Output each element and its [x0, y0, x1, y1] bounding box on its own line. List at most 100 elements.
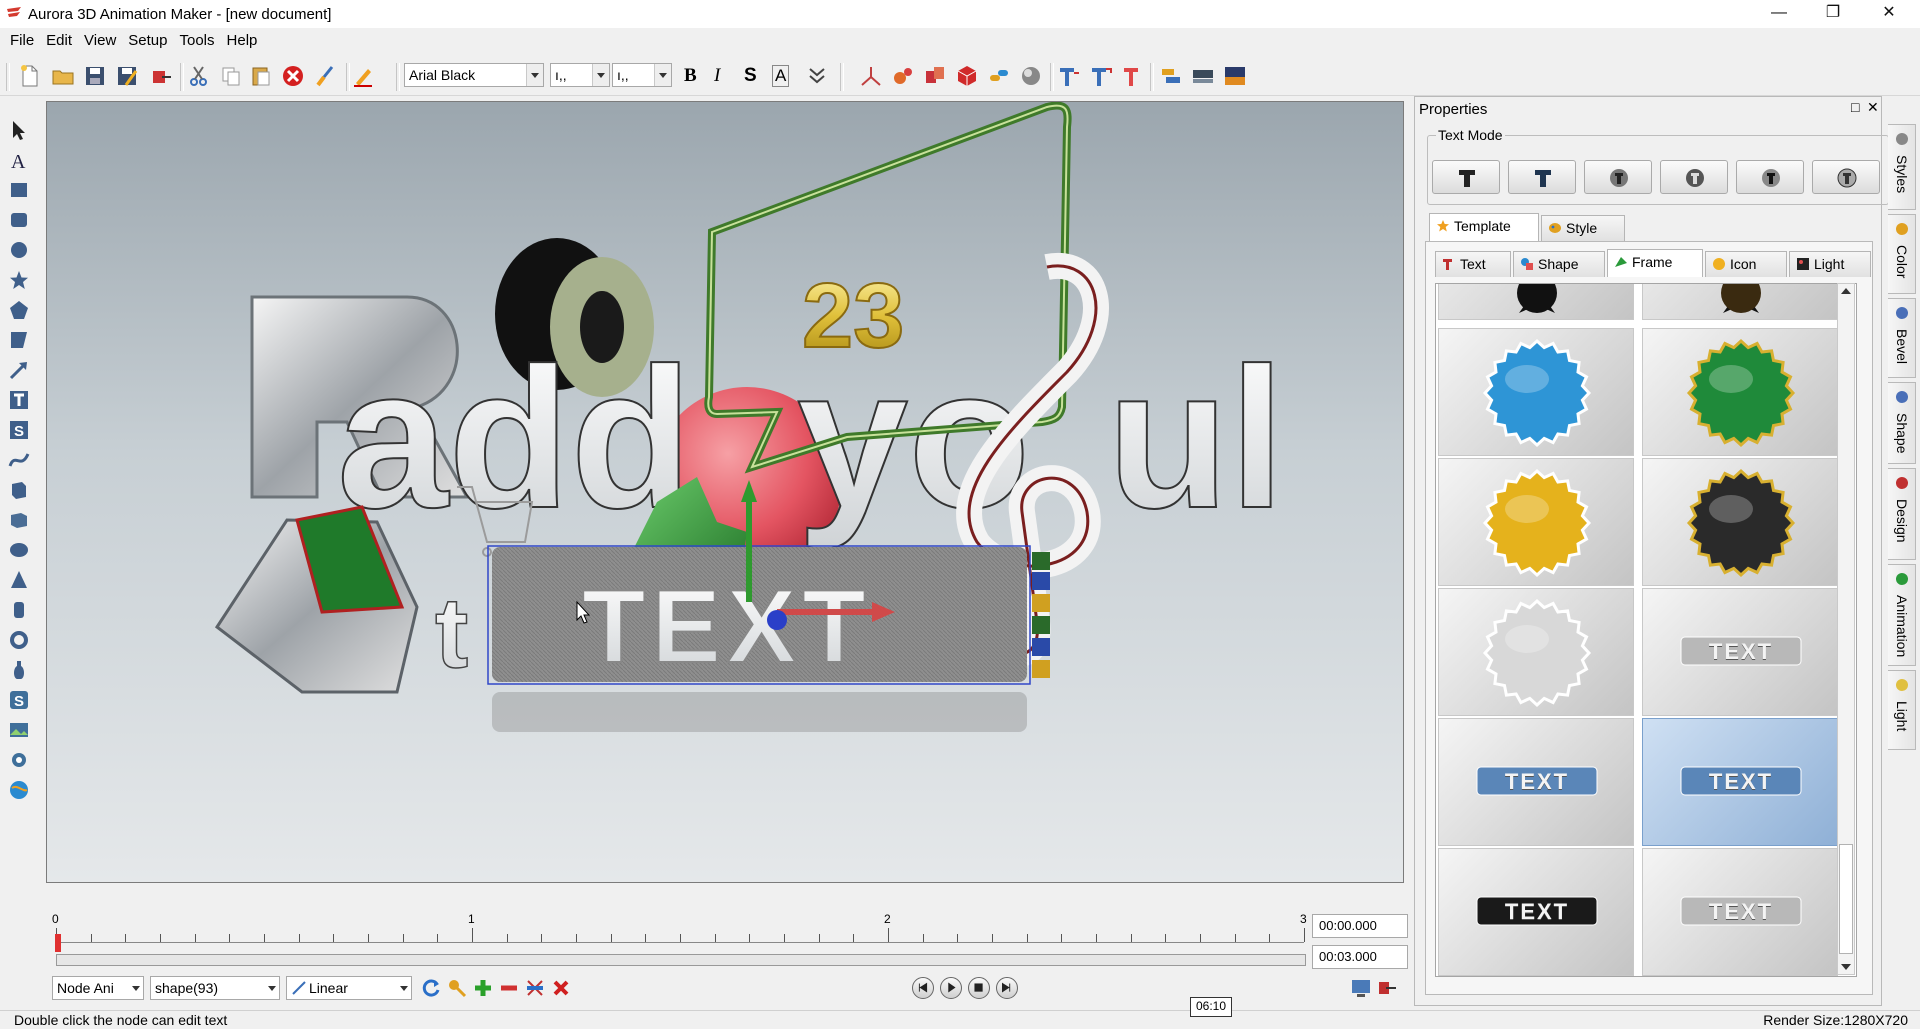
- scene-canvas[interactable]: add yo ul 23 t e TEXT: [47, 102, 1404, 883]
- shape-text-icon[interactable]: S: [7, 418, 33, 442]
- new-file-icon[interactable]: [16, 63, 42, 89]
- sphere-icon[interactable]: [1018, 63, 1044, 89]
- text-style-icon[interactable]: [1120, 63, 1146, 89]
- key-icon[interactable]: [446, 977, 468, 999]
- refresh-icon[interactable]: [420, 977, 442, 999]
- current-time-field[interactable]: 00:00.000: [1312, 914, 1408, 938]
- template-thumbnail-yellow-seal[interactable]: [1438, 458, 1634, 586]
- gizmo-center[interactable]: [767, 610, 787, 630]
- minimize-button[interactable]: —: [1756, 0, 1802, 28]
- brush-icon[interactable]: [312, 63, 338, 89]
- subtab-shape[interactable]: Shape: [1513, 251, 1605, 277]
- background-icon[interactable]: [1222, 63, 1248, 89]
- save-icon[interactable]: [82, 63, 108, 89]
- subtab-text[interactable]: Text: [1435, 251, 1511, 277]
- menu-file[interactable]: File: [4, 28, 40, 54]
- bold-button[interactable]: B: [684, 65, 697, 87]
- scroll-down-icon[interactable]: [1841, 964, 1851, 970]
- play-button[interactable]: [940, 977, 962, 999]
- shape-s-icon[interactable]: S: [7, 688, 33, 712]
- timeline-track[interactable]: [56, 954, 1306, 966]
- text-mode-button-3[interactable]: [1584, 160, 1652, 194]
- side-tab-shape[interactable]: Shape: [1888, 382, 1916, 464]
- cube-shape-icon[interactable]: [7, 478, 33, 502]
- save-as-icon[interactable]: [114, 63, 140, 89]
- sphere-shape-icon[interactable]: [7, 538, 33, 562]
- template-thumbnail-text-blue-selected[interactable]: TEXT: [1642, 718, 1838, 846]
- template-thumbnail-text-silver-frame[interactable]: TEXT: [1642, 588, 1838, 716]
- paste-icon[interactable]: [248, 63, 274, 89]
- effects-icon[interactable]: [922, 63, 948, 89]
- path-icon[interactable]: [7, 448, 33, 472]
- torus-icon[interactable]: [7, 628, 33, 652]
- text-tool-icon[interactable]: A: [7, 148, 33, 173]
- clear-keys-icon[interactable]: [550, 977, 572, 999]
- select-arrow-icon[interactable]: [7, 118, 33, 142]
- axis-icon[interactable]: [858, 63, 884, 89]
- polygon-icon[interactable]: [7, 298, 33, 322]
- copy-icon[interactable]: [218, 63, 244, 89]
- text-mode-button-4[interactable]: [1660, 160, 1728, 194]
- 3d-viewport[interactable]: add yo ul 23 t e TEXT: [46, 101, 1404, 883]
- cylinder-icon[interactable]: [7, 598, 33, 622]
- side-tab-design[interactable]: Design: [1888, 468, 1916, 560]
- timeline-ruler[interactable]: 0 1 2 3: [52, 912, 1307, 952]
- box-icon[interactable]: [7, 508, 33, 532]
- playhead[interactable]: [55, 934, 61, 952]
- close-panel-icon[interactable]: ✕: [1867, 99, 1879, 116]
- layers-icon[interactable]: [1190, 63, 1216, 89]
- gears-icon[interactable]: [890, 63, 916, 89]
- open-folder-icon[interactable]: [50, 63, 76, 89]
- remove-key-icon[interactable]: [498, 977, 520, 999]
- cube-icon[interactable]: [954, 63, 980, 89]
- next-frame-button[interactable]: [996, 977, 1018, 999]
- template-thumbnail-text-dark-frame[interactable]: TEXT: [1438, 848, 1634, 976]
- text-mode-button-2[interactable]: [1508, 160, 1576, 194]
- side-tab-color[interactable]: Color: [1888, 214, 1916, 294]
- template-scrollbar[interactable]: [1837, 283, 1855, 975]
- interpolation-select[interactable]: Linear: [286, 976, 412, 1000]
- close-button[interactable]: ✕: [1866, 0, 1912, 28]
- link-icon[interactable]: [986, 63, 1012, 89]
- node-select[interactable]: shape(93): [150, 976, 280, 1000]
- menu-setup[interactable]: Setup: [122, 28, 173, 54]
- template-thumbnail-blue-seal[interactable]: [1438, 328, 1634, 456]
- tab-style[interactable]: Style: [1541, 215, 1625, 241]
- subtab-light[interactable]: Light: [1789, 251, 1871, 277]
- text-3d-icon[interactable]: [1056, 63, 1082, 89]
- italic-button[interactable]: I: [714, 65, 720, 87]
- stop-button[interactable]: [968, 977, 990, 999]
- render-output-icon[interactable]: [1376, 977, 1398, 999]
- settings-gear-icon[interactable]: [7, 748, 33, 772]
- menu-tools[interactable]: Tools: [173, 28, 220, 54]
- more-chevron-icon[interactable]: [804, 63, 830, 89]
- line-arrow-icon[interactable]: [7, 358, 33, 382]
- template-thumbnail-green-seal[interactable]: [1642, 328, 1838, 456]
- cut-icon[interactable]: [186, 63, 212, 89]
- text-mode-button-5[interactable]: [1736, 160, 1804, 194]
- tab-template[interactable]: Template: [1429, 213, 1539, 241]
- menu-help[interactable]: Help: [221, 28, 264, 54]
- side-tab-styles[interactable]: Styles: [1888, 124, 1916, 210]
- scene-main-text[interactable]: TEXT: [581, 568, 872, 686]
- cone-icon[interactable]: [7, 568, 33, 592]
- float-panel-icon[interactable]: □: [1851, 99, 1859, 115]
- side-tab-animation[interactable]: Animation: [1888, 564, 1916, 666]
- cut-key-icon[interactable]: [524, 977, 546, 999]
- subtab-frame[interactable]: Frame: [1607, 249, 1703, 277]
- export-icon[interactable]: [148, 63, 174, 89]
- rounded-rect-icon[interactable]: [7, 208, 33, 232]
- template-thumbnail-partial[interactable]: [1642, 284, 1838, 320]
- bottle-icon[interactable]: [7, 658, 33, 682]
- circle-icon[interactable]: [7, 238, 33, 262]
- text-mode-button-1[interactable]: [1432, 160, 1500, 194]
- strike-button[interactable]: S: [744, 65, 757, 87]
- add-key-icon[interactable]: [472, 977, 494, 999]
- text-outline-button[interactable]: A: [772, 65, 790, 87]
- globe-icon[interactable]: [7, 778, 33, 802]
- font-size-select[interactable]: ı,,: [550, 63, 610, 87]
- text-box-icon[interactable]: [7, 388, 33, 412]
- image-icon[interactable]: [7, 718, 33, 742]
- menu-view[interactable]: View: [78, 28, 122, 54]
- highlight-icon[interactable]: [350, 63, 376, 89]
